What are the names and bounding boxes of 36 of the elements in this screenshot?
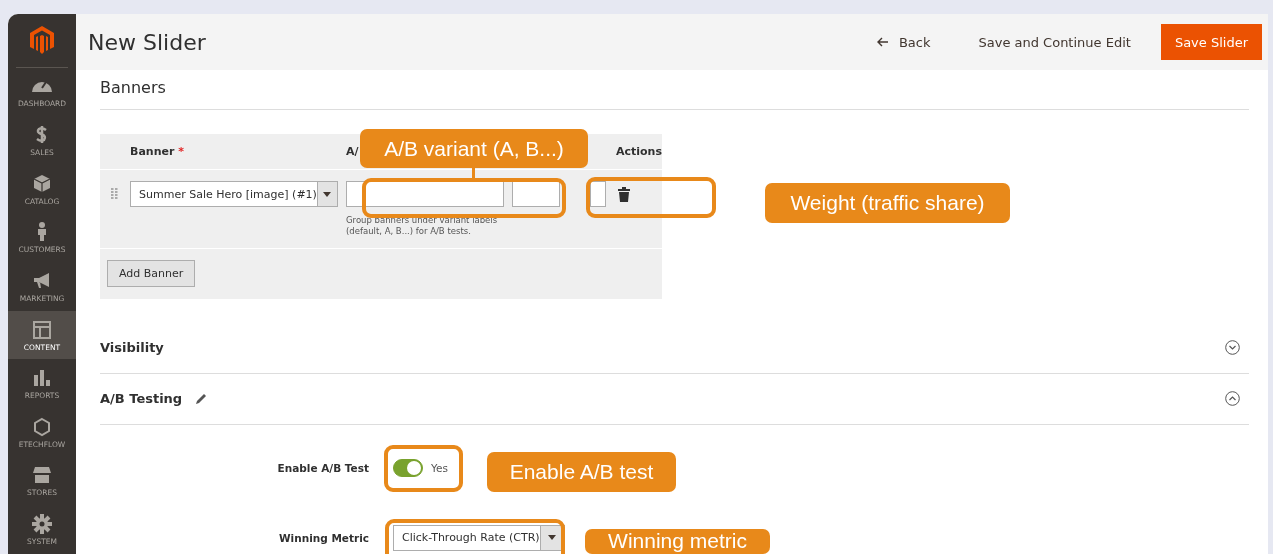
toggle-label: Yes <box>431 461 448 474</box>
field-label: Winning Metric <box>278 531 369 544</box>
section-title[interactable]: Visibility <box>100 340 164 356</box>
caret-icon <box>323 191 332 197</box>
annotation-callout: Enable A/B test <box>487 452 676 492</box>
box-icon <box>31 172 53 195</box>
toggle-switch[interactable] <box>393 458 423 477</box>
annotation-callout: Winning metric <box>585 529 770 554</box>
column-header: A/ <box>346 145 359 158</box>
expand-icon[interactable] <box>1225 340 1240 356</box>
hexagon-icon <box>31 415 53 438</box>
field-label: Enable A/B Test <box>276 461 369 474</box>
column-header: Actions <box>616 145 662 158</box>
input-field[interactable] <box>590 181 606 207</box>
pencil-icon[interactable] <box>196 393 208 405</box>
back-button[interactable]: Back <box>870 33 937 51</box>
drag-handle-icon[interactable] <box>111 188 119 200</box>
add-banner-button[interactable]: Add Banner <box>107 259 196 287</box>
logo-icon[interactable] <box>30 26 54 55</box>
annotation-callout: A/B variant (A, B...) <box>360 129 588 168</box>
save-button[interactable]: Save Slider <box>1160 24 1262 60</box>
save-continue-button[interactable]: Save and Continue Edit <box>972 33 1137 51</box>
gear-icon <box>31 513 53 536</box>
trash-icon[interactable] <box>618 187 630 202</box>
input-field[interactable] <box>346 181 504 207</box>
back-arrow-icon <box>876 37 889 47</box>
section-heading: Banners <box>100 78 1249 110</box>
input-field[interactable] <box>512 181 560 207</box>
banner-select[interactable]: Summer Sale Hero [image] (#1) <box>130 181 338 207</box>
column-header: Banner * <box>130 145 186 158</box>
page-title: New Slider <box>88 29 207 55</box>
section-title[interactable]: A/B Testing <box>100 391 183 407</box>
annotation-callout: Weight (traffic share) <box>765 183 1010 223</box>
collapse-icon[interactable] <box>1225 391 1240 407</box>
layout-icon <box>31 318 53 341</box>
caret-icon <box>548 535 557 541</box>
